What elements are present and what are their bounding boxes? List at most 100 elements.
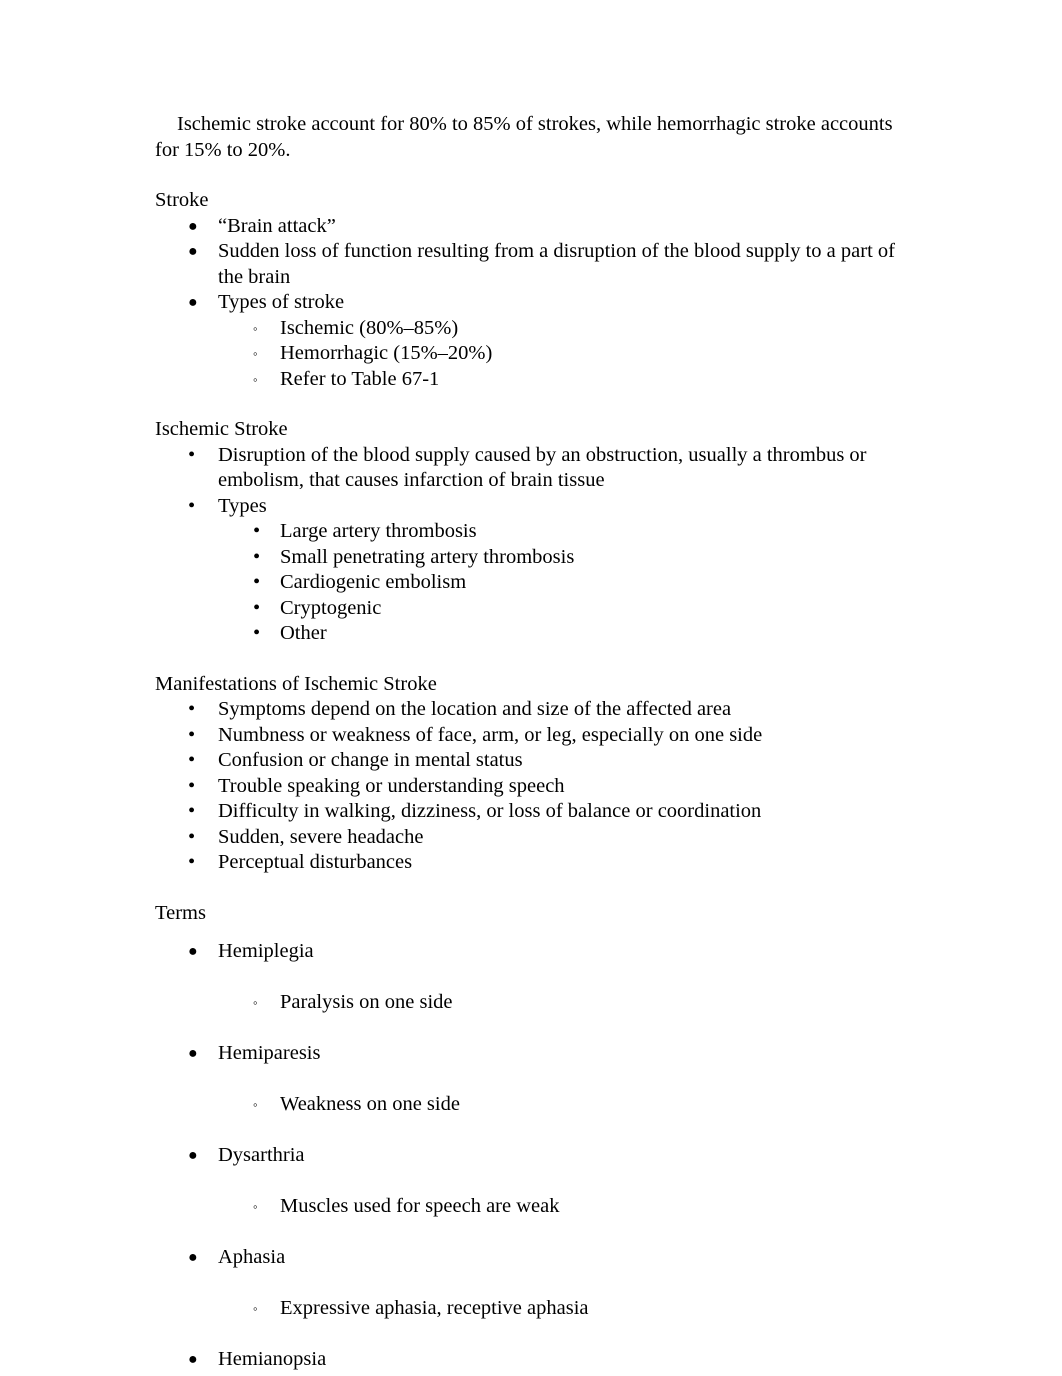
list-item: ● Hemiparesis	[155, 1028, 900, 1079]
list-item: ● Types of stroke	[155, 290, 900, 316]
list-item-text: Disruption of the blood supply caused by…	[218, 443, 867, 492]
list-item-text: Sudden, severe headache	[218, 825, 424, 848]
bullet-marker-icon: •	[188, 443, 196, 466]
section-heading: Ischemic Stroke	[155, 418, 288, 440]
sub-bullet-marker-icon: •	[253, 571, 261, 593]
bullet-marker-icon: ●	[188, 217, 198, 235]
list-item-text: Confusion or change in mental status	[218, 749, 523, 771]
sub-bullet-marker-icon: ◦	[253, 995, 258, 1010]
section-heading: Manifestations of Ischemic Stroke	[155, 672, 437, 695]
bullet-list-level-1: • Disruption of the blood supply caused b…	[155, 443, 900, 647]
bullet-list-level-2: ◦ Ischemic (80%–85%) ◦ Hemorrhagic (15%–20%…	[155, 316, 900, 393]
list-item: ● Dysarthria	[155, 1130, 900, 1181]
sub-bullet-marker-icon: ◦	[253, 346, 258, 361]
sub-list-item: • Large artery thrombosis	[155, 519, 900, 545]
sub-bullet-marker-icon: •	[253, 622, 261, 644]
sub-list-item-text: Paralysis on one side	[280, 991, 453, 1013]
bullet-marker-icon: ●	[188, 1351, 198, 1368]
bullet-marker-icon: •	[188, 723, 196, 746]
sub-list-item-text: Hemorrhagic (15%–20%)	[280, 342, 493, 364]
list-item: • Types	[155, 494, 900, 520]
bullet-marker-icon: ●	[188, 1249, 198, 1266]
bullet-marker-icon: •	[188, 749, 196, 771]
list-item-text: Symptoms depend on the location and size…	[218, 698, 732, 720]
list-item-text: Sudden loss of function resulting from a…	[218, 240, 895, 288]
sub-bullet-marker-icon: ◦	[253, 1097, 258, 1112]
section: Stroke ● “Brain attack” ● Sudden loss of fun…	[155, 188, 900, 392]
list-item-text: Types	[218, 494, 267, 517]
list-item-text: Aphasia	[218, 1246, 286, 1268]
sub-bullet-marker-icon: ◦	[253, 320, 258, 336]
sub-list-item: ◦ Paralysis on one side	[155, 977, 900, 1028]
section: Manifestations of Ischemic Stroke • Sympto…	[155, 672, 900, 876]
bullet-marker-icon: ●	[188, 943, 198, 960]
list-item-text: Difficulty in walking, dizziness, or los…	[218, 800, 762, 822]
list-item-text: Trouble speaking or understanding speech	[218, 774, 565, 797]
sub-list-item-text: Cryptogenic	[280, 596, 382, 619]
bullet-marker-icon: ●	[188, 1045, 198, 1062]
bullet-marker-icon: •	[188, 800, 196, 822]
list-item: • Perceptual disturbances	[155, 850, 900, 876]
sub-list-item: ◦ Weakness on one side	[155, 1079, 900, 1130]
sub-list-item-text: Weakness on one side	[280, 1093, 460, 1115]
bullet-list-level-1: • Symptoms depend on the location and siz…	[155, 697, 900, 876]
list-item-text: Perceptual disturbances	[218, 851, 413, 873]
sub-list-item-text: Other	[280, 622, 327, 644]
sub-list-item-text: Large artery thrombosis	[280, 520, 477, 542]
list-item-text: Dysarthria	[218, 1144, 305, 1166]
section-heading: Terms	[155, 901, 206, 924]
sub-list-item-text: Muscles used for speech are weak	[280, 1195, 560, 1217]
document-page: Ischemic stroke account for 80% to 85% o…	[0, 0, 1062, 1376]
bullet-marker-icon: ●	[188, 1147, 198, 1164]
bullet-marker-icon: •	[188, 494, 196, 517]
section-heading: Stroke	[155, 189, 209, 211]
list-item-text: Types of stroke	[218, 291, 345, 313]
intro-paragraph: Ischemic stroke account for 80% to 85% o…	[155, 113, 893, 161]
document-body: Ischemic stroke account for 80% to 85% o…	[155, 112, 900, 1376]
sub-list-item: • Cardiogenic embolism	[155, 570, 900, 596]
list-item: • Confusion or change in mental status	[155, 748, 900, 774]
list-item-text: Numbness or weakness of face, arm, or le…	[218, 723, 763, 746]
list-item-text: Hemiparesis	[218, 1042, 321, 1064]
list-item: • Disruption of the blood supply caused b…	[155, 443, 900, 494]
list-item: ● Hemiplegia	[155, 926, 900, 977]
list-item: • Difficulty in walking, dizziness, or lo…	[155, 799, 900, 825]
sub-list-item: ◦ Ischemic (80%–85%)	[155, 316, 900, 342]
list-item-text: “Brain attack”	[218, 214, 336, 237]
sub-bullet-marker-icon: ◦	[253, 1301, 258, 1316]
sections-container: Stroke ● “Brain attack” ● Sudden loss of fun…	[155, 188, 900, 1376]
list-item: • Numbness or weakness of face, arm, or l…	[155, 723, 900, 749]
sub-list-item-text: Small penetrating artery thrombosis	[280, 545, 575, 568]
sub-list-item-text: Cardiogenic embolism	[280, 571, 467, 593]
bullet-marker-icon: •	[188, 698, 196, 720]
bullet-marker-icon: ●	[188, 294, 198, 311]
list-item: • Symptoms depend on the location and siz…	[155, 697, 900, 723]
bullet-list-level-2: ◦ Paralysis on one side	[155, 977, 900, 1028]
bullet-list-level-2: ◦ Expressive aphasia, receptive aphasia	[155, 1283, 900, 1334]
bullet-marker-icon: ●	[188, 243, 198, 260]
bullet-marker-icon: •	[188, 825, 196, 848]
sub-bullet-marker-icon: •	[253, 545, 261, 568]
sub-bullet-marker-icon: •	[253, 520, 261, 542]
sub-list-item-text: Ischemic (80%–85%)	[280, 316, 459, 339]
list-item-text: Hemianopsia	[218, 1348, 327, 1370]
sub-list-item-text: Expressive aphasia, receptive aphasia	[280, 1297, 589, 1319]
bullet-list-level-2: ◦ Muscles used for speech are weak	[155, 1181, 900, 1232]
bullet-list-level-1: ● Hemiplegia ◦ Paralysis on one side ● Hemipa…	[155, 926, 900, 1376]
list-item: ● Aphasia	[155, 1232, 900, 1283]
bullet-marker-icon: •	[188, 774, 196, 797]
bullet-list-level-1: ● “Brain attack” ● Sudden loss of function …	[155, 214, 900, 393]
sub-bullet-marker-icon: ◦	[253, 371, 258, 387]
bullet-list-level-2: ◦ Weakness on one side	[155, 1079, 900, 1130]
bullet-marker-icon: •	[188, 851, 196, 873]
sub-list-item: ◦ Muscles used for speech are weak	[155, 1181, 900, 1232]
sub-list-item-text: Refer to Table 67-1	[280, 367, 440, 390]
list-item: • Trouble speaking or understanding speec…	[155, 774, 900, 800]
section: Terms ● Hemiplegia ◦ Paralysis on one side ● H…	[155, 901, 900, 1376]
sub-list-item: • Small penetrating artery thrombosis	[155, 545, 900, 571]
list-item: ● “Brain attack”	[155, 214, 900, 240]
